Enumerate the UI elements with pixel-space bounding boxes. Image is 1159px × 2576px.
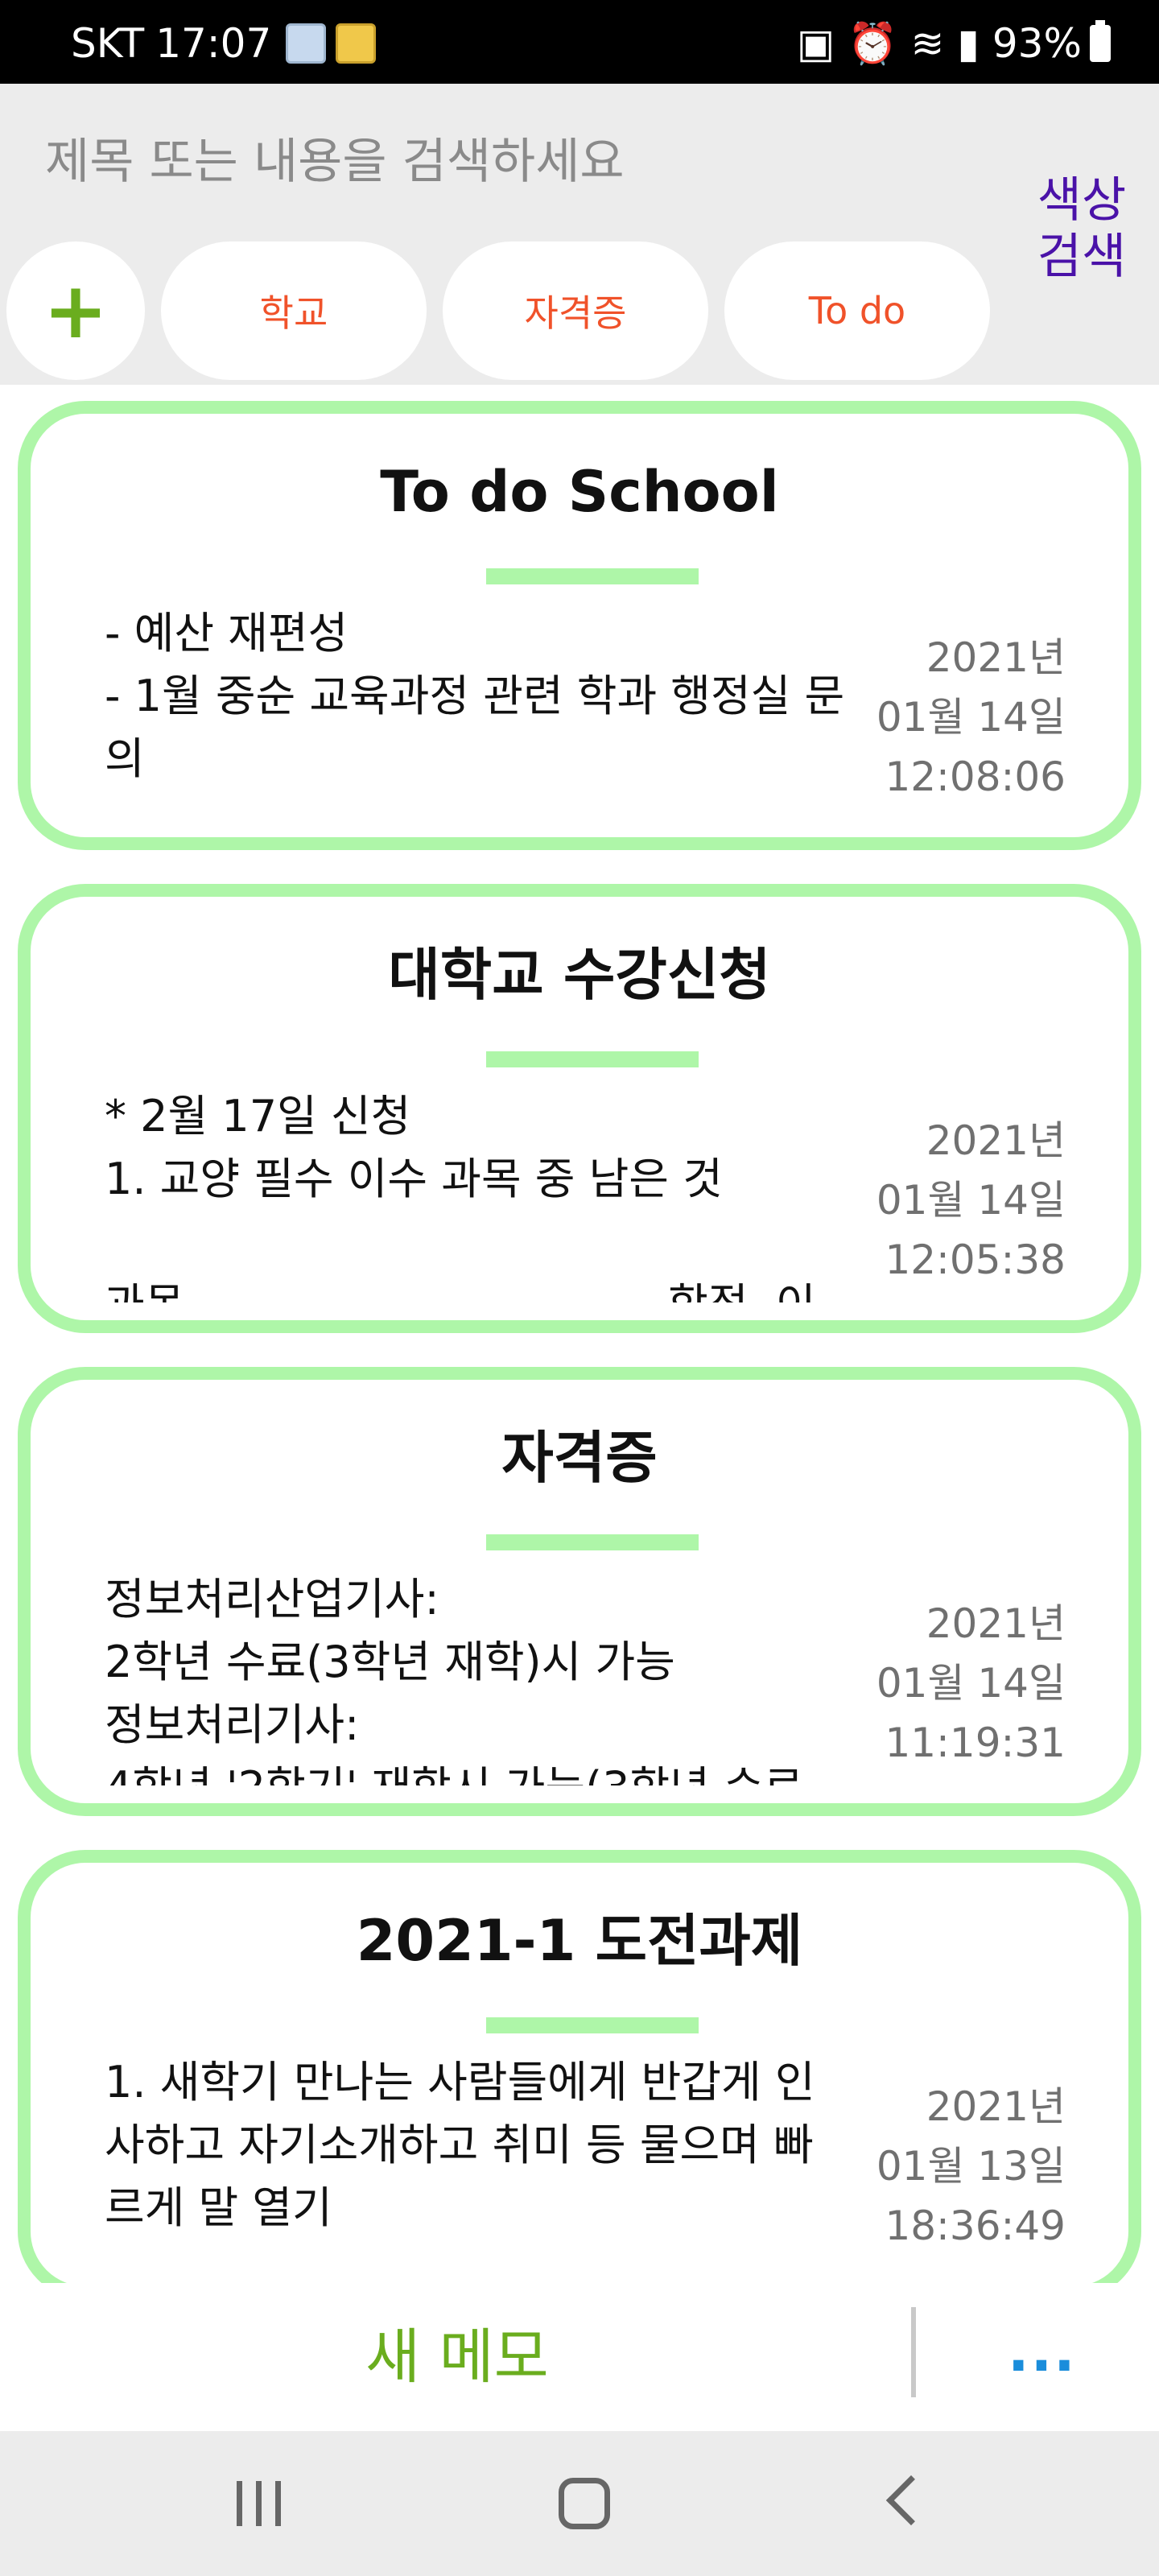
memo-title: To do School xyxy=(380,459,779,525)
tab-todo[interactable]: To do xyxy=(724,242,990,380)
memo-date-time: 12:08:06 xyxy=(885,753,1066,800)
carrier-label: SKT xyxy=(71,20,145,67)
memo-list[interactable]: To do School - 예산 재편성 - 1월 중순 교육과정 관련 학과… xyxy=(0,385,1159,2283)
memo-date-day: 01월 14일 xyxy=(876,1660,1066,1707)
memo-date: 2021년 01월 14일 11:19:31 xyxy=(876,1594,1066,1773)
tab-label: 학교 xyxy=(259,291,328,335)
memo-body: - 예산 재편성 - 1월 중순 교육과정 관련 학과 행정실 문의 xyxy=(105,608,845,784)
tab-school[interactable]: 학교 xyxy=(161,242,427,380)
recent-apps-icon[interactable] xyxy=(237,2481,285,2526)
memo-title: 대학교 수강신청 xyxy=(388,942,771,1008)
memo-date-time: 18:36:49 xyxy=(885,2202,1066,2249)
memo-date-day: 01월 14일 xyxy=(876,1177,1066,1224)
memo-date: 2021년 01월 14일 12:05:38 xyxy=(876,1111,1066,1290)
memo-body: 1. 새학기 만나는 사람들에게 반갑게 인사하고 자기소개하고 취미 등 물으… xyxy=(105,2057,815,2233)
signal-icon: ▮ xyxy=(957,20,980,67)
memo-date: 2021년 01월 13일 18:36:49 xyxy=(876,2077,1066,2256)
status-bar: SKT 17:07 ▣ ⏰ ≋ ▮ 93% xyxy=(0,0,1159,84)
memo-title-underline xyxy=(486,568,699,584)
system-nav-bar xyxy=(0,2431,1159,2576)
memo-title-underline xyxy=(486,1534,699,1550)
action-divider xyxy=(911,2307,916,2397)
header: 제목 또는 내용을 검색하세요 색상 검색 + 학교 자격증 To do xyxy=(0,84,1159,385)
memo-date-year: 2021년 xyxy=(926,634,1066,681)
memo-date-year: 2021년 xyxy=(926,1600,1066,1647)
memo-title-underline xyxy=(486,1051,699,1067)
battery-percent: 93% xyxy=(992,20,1082,67)
memo-body: * 2월 17일 신청 1. 교양 필수 이수 과목 중 남은 것 과목 학점 … xyxy=(105,1091,816,1302)
memo-card[interactable]: 대학교 수강신청 * 2월 17일 신청 1. 교양 필수 이수 과목 중 남은… xyxy=(18,884,1141,1333)
memo-date-time: 12:05:38 xyxy=(885,1236,1066,1283)
clock: 17:07 xyxy=(155,20,272,67)
memo-date-year: 2021년 xyxy=(926,2083,1066,2130)
color-search-button[interactable]: 색상 검색 xyxy=(1033,172,1130,285)
category-tabs: + 학교 자격증 To do xyxy=(6,242,990,380)
color-search-label: 색상 검색 xyxy=(1037,172,1127,285)
status-left: SKT 17:07 xyxy=(71,20,377,67)
memo-date-time: 11:19:31 xyxy=(885,1719,1066,1766)
sd-card-icon xyxy=(286,23,327,64)
tab-certificate[interactable]: 자격증 xyxy=(443,242,708,380)
memo-title: 2021-1 도전과제 xyxy=(356,1908,803,1974)
status-right: ▣ ⏰ ≋ ▮ 93% xyxy=(796,20,1111,67)
memo-date-day: 01월 13일 xyxy=(876,2143,1066,2190)
memo-date: 2021년 01월 14일 12:08:06 xyxy=(876,628,1066,807)
memo-card[interactable]: To do School - 예산 재편성 - 1월 중순 교육과정 관련 학과… xyxy=(18,401,1141,850)
back-icon[interactable] xyxy=(885,2475,937,2526)
new-memo-button[interactable]: 새 메모 xyxy=(365,2318,549,2396)
memo-body: 정보처리산업기사: 2학년 수료(3학년 재학)시 가능 정보처리기사: 4학년… xyxy=(105,1574,803,1785)
add-category-button[interactable]: + xyxy=(6,242,145,380)
search-input[interactable]: 제목 또는 내용을 검색하세요 xyxy=(45,126,625,198)
memo-title: 자격증 xyxy=(501,1425,658,1491)
wifi-icon: ≋ xyxy=(910,20,945,67)
battery-icon xyxy=(1090,20,1111,62)
action-bar: 새 메모 ... xyxy=(0,2283,1159,2431)
tab-label: To do xyxy=(808,289,906,332)
more-options-button[interactable]: ... xyxy=(1008,2323,1077,2380)
memo-title-underline xyxy=(486,2017,699,2033)
home-icon[interactable] xyxy=(559,2478,610,2529)
memo-card[interactable]: 자격증 정보처리산업기사: 2학년 수료(3학년 재학)시 가능 정보처리기사:… xyxy=(18,1367,1141,1816)
alarm-icon: ⏰ xyxy=(848,20,898,67)
note-app-icon xyxy=(336,23,377,64)
memo-card[interactable]: 2021-1 도전과제 1. 새학기 만나는 사람들에게 반갑게 인사하고 자기… xyxy=(18,1850,1141,2283)
battery-saver-icon: ▣ xyxy=(796,20,835,67)
memo-date-day: 01월 14일 xyxy=(876,694,1066,741)
plus-icon: + xyxy=(43,266,109,356)
memo-date-year: 2021년 xyxy=(926,1117,1066,1164)
tab-label: 자격증 xyxy=(524,291,627,335)
